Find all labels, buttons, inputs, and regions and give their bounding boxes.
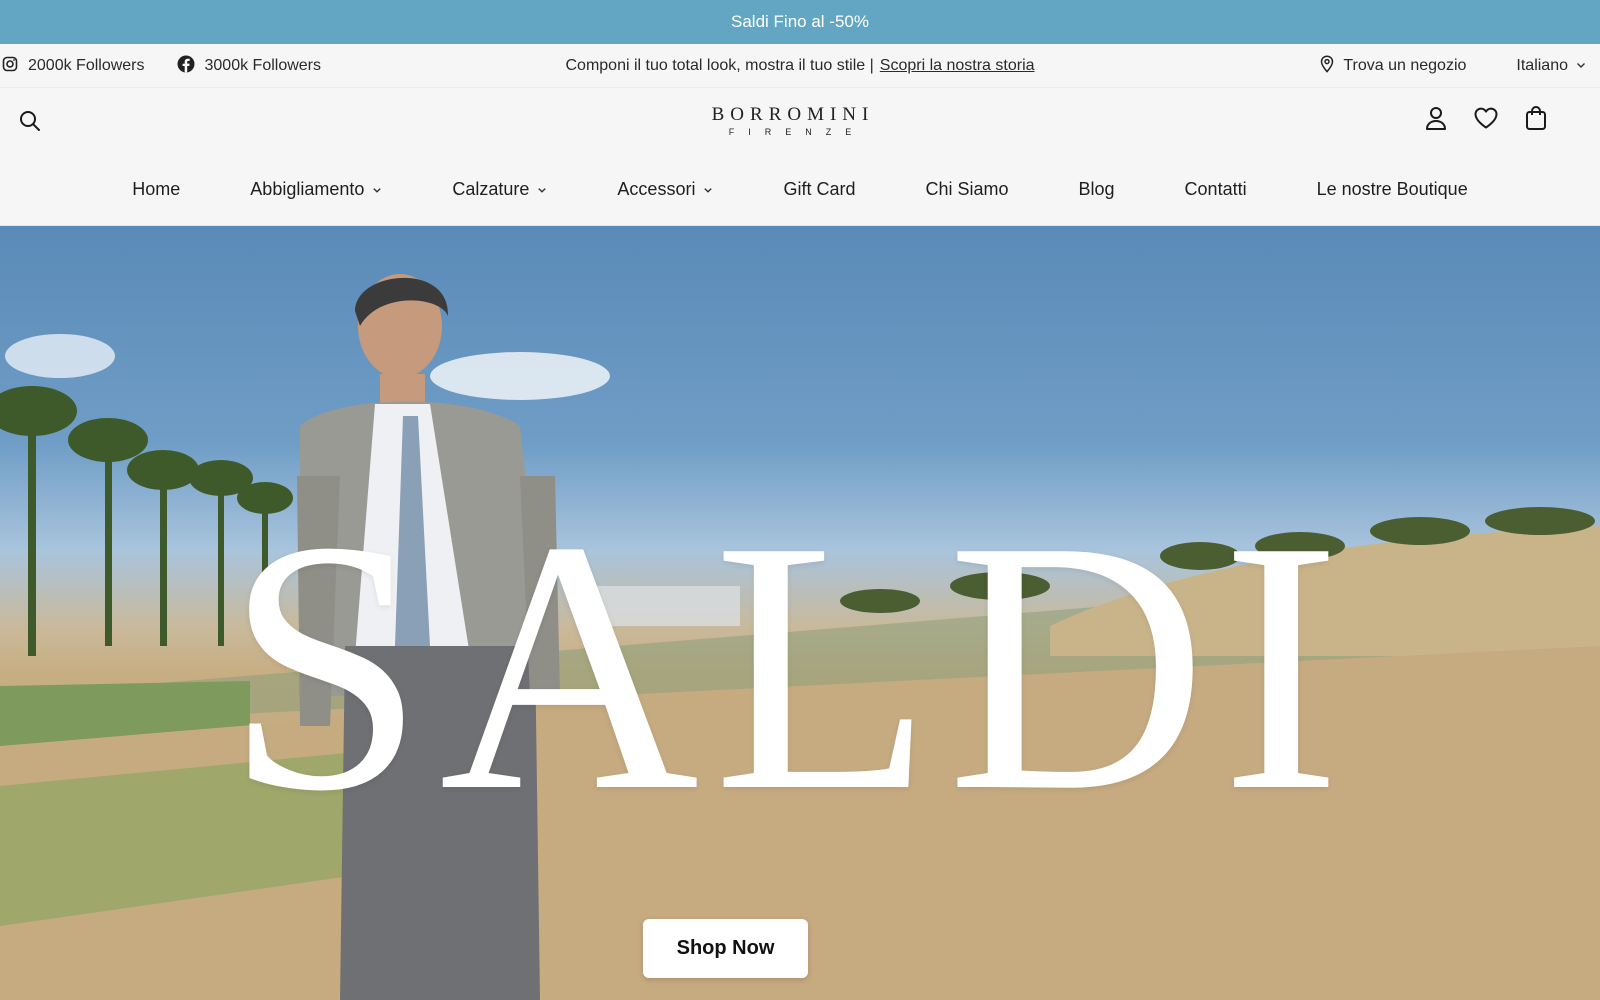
hero-banner: SALDI Shop Now <box>0 226 1600 1000</box>
logo-subtitle: FIRENZE <box>728 127 866 137</box>
cart-button[interactable] <box>1522 105 1550 136</box>
nav-item-label: Abbigliamento <box>250 179 365 199</box>
heart-icon <box>1473 106 1499 135</box>
wishlist-button[interactable] <box>1472 106 1500 134</box>
nav-item-home[interactable]: Home <box>132 179 180 200</box>
nav-item-label: Le nostre Boutique <box>1316 179 1468 199</box>
main-navigation: Home Abbigliamento Calzature Accessori G… <box>0 154 1600 226</box>
location-pin-icon <box>1319 54 1335 78</box>
store-locator-link[interactable]: Trova un negozio <box>1319 54 1467 78</box>
facebook-followers: 3000k Followers <box>204 57 322 74</box>
nav-item-label: Gift Card <box>783 179 856 199</box>
search-button[interactable] <box>18 109 42 133</box>
logo-wordmark: BORROMINI <box>711 104 875 125</box>
brand-logo[interactable]: BORROMINI FIRENZE <box>710 104 876 140</box>
nav-item-abbigliamento[interactable]: Abbigliamento <box>250 179 382 200</box>
announcement-bar: Saldi Fino al -50% <box>0 0 1600 44</box>
facebook-icon <box>177 55 195 78</box>
header-actions <box>1422 105 1550 136</box>
language-label: Italiano <box>1516 57 1568 74</box>
nav-item-label: Blog <box>1078 179 1115 199</box>
bag-icon <box>1525 105 1547 136</box>
nav-item-chi-siamo[interactable]: Chi Siamo <box>925 179 1008 200</box>
instagram-followers: 2000k Followers <box>28 57 145 74</box>
nav-item-label: Chi Siamo <box>925 179 1009 199</box>
chevron-down-icon <box>373 187 382 193</box>
store-locator-label: Trova un negozio <box>1343 57 1467 74</box>
language-selector[interactable]: Italiano <box>1516 57 1586 75</box>
shop-now-button[interactable]: Shop Now <box>643 919 808 978</box>
utility-right: Trova un negozio Italiano <box>1319 44 1586 88</box>
facebook-link[interactable]: 3000k Followers <box>177 55 322 78</box>
account-button[interactable] <box>1422 106 1450 134</box>
nav-item-blog[interactable]: Blog <box>1079 179 1115 200</box>
nav-item-label: Contatti <box>1184 179 1247 199</box>
instagram-icon <box>2 56 18 77</box>
nav-item-label: Calzature <box>452 179 530 199</box>
nav-item-boutique[interactable]: Le nostre Boutique <box>1317 179 1468 200</box>
nav-item-contatti[interactable]: Contatti <box>1185 179 1247 200</box>
instagram-link[interactable]: 2000k Followers <box>2 56 145 77</box>
search-icon <box>18 111 42 137</box>
tagline-text: Componi il tuo total look, mostra il tuo… <box>565 57 874 74</box>
story-link[interactable]: Scopri la nostra storia <box>880 57 1035 75</box>
hero-headline: SALDI <box>225 466 1355 865</box>
chevron-down-icon <box>1576 57 1586 75</box>
account-icon <box>1424 105 1448 136</box>
nav-item-gift-card[interactable]: Gift Card <box>783 179 855 200</box>
utility-bar: 2000k Followers 3000k Followers Componi … <box>0 44 1600 88</box>
nav-item-accessori[interactable]: Accessori <box>617 179 713 200</box>
chevron-down-icon <box>704 187 713 193</box>
nav-item-label: Accessori <box>617 179 696 199</box>
site-header: BORROMINI FIRENZE <box>0 88 1600 154</box>
announcement-text: Saldi Fino al -50% <box>731 12 869 31</box>
social-links: 2000k Followers 3000k Followers <box>0 44 321 88</box>
chevron-down-icon <box>538 187 547 193</box>
nav-item-calzature[interactable]: Calzature <box>452 179 547 200</box>
nav-item-label: Home <box>132 179 181 199</box>
